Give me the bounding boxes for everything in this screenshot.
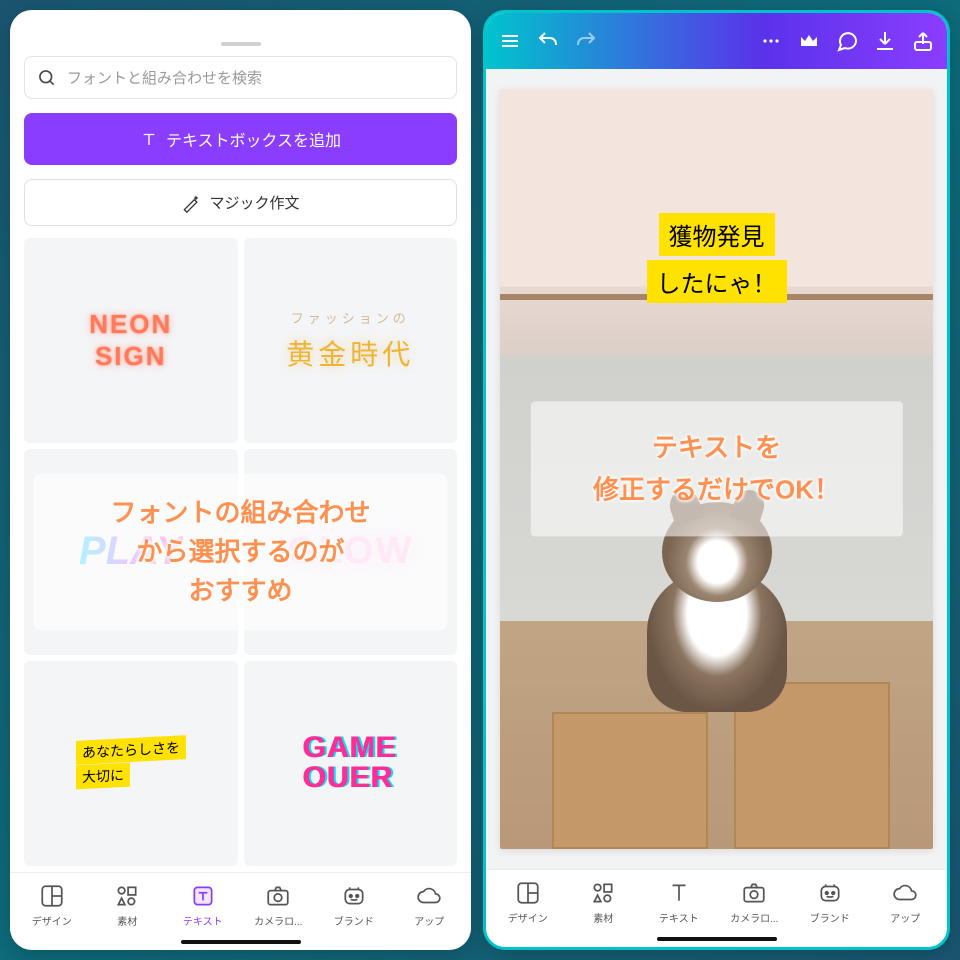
home-indicator[interactable]	[657, 937, 777, 941]
crown-icon[interactable]	[797, 29, 821, 53]
nav-brand[interactable]: ブランド	[792, 880, 868, 925]
shapes-icon	[590, 880, 616, 906]
font-tile-neon[interactable]: NEONSIGN	[24, 238, 238, 443]
screenshot-text-panel: フォントと組み合わせを検索 テキストボックスを追加 マジック作文 NEONSIG…	[10, 10, 471, 950]
nav-design[interactable]: デザイン	[490, 880, 566, 925]
nav-text[interactable]: テキスト	[641, 880, 717, 925]
gameover-text: GAMEOUER	[303, 733, 397, 793]
magic-wand-icon	[181, 193, 201, 213]
font-tile-gameover[interactable]: GAMEOUER	[244, 661, 458, 866]
golden-text: ファッションの 黄金時代	[286, 308, 414, 373]
nav-camera[interactable]: カメラロ...	[241, 883, 317, 928]
font-combo-grid: NEONSIGN ファッションの 黄金時代 PLAY GLOW あなたらしさを大…	[10, 232, 471, 872]
camera-icon	[741, 880, 767, 906]
shapes-icon	[114, 883, 140, 909]
brand-icon	[817, 880, 843, 906]
nav-camera[interactable]: カメラロ...	[717, 880, 793, 925]
instruction-overlay: フォントの組み合わせ から選択するのが おすすめ	[33, 474, 448, 631]
download-icon[interactable]	[873, 29, 897, 53]
sheet-handle[interactable]	[221, 42, 261, 46]
text-icon	[190, 883, 216, 909]
bottom-nav: デザイン 素材 テキスト カメラロ... ブランド アップ	[486, 869, 947, 929]
add-textbox-label: テキストボックスを追加	[166, 127, 341, 151]
design-canvas[interactable]: 獲物発見したにゃ！ テキストを修正するだけでOK！	[500, 89, 933, 849]
instruction-overlay: テキストを修正するだけでOK！	[530, 401, 902, 536]
more-icon[interactable]	[759, 29, 783, 53]
template-icon	[39, 883, 65, 909]
text-icon	[140, 130, 158, 148]
add-textbox-button[interactable]: テキストボックスを追加	[24, 113, 457, 165]
redo-icon[interactable]	[574, 29, 598, 53]
screenshot-editor: 獲物発見したにゃ！ テキストを修正するだけでOK！ デザイン 素材 テキスト カ…	[483, 10, 950, 950]
nav-elements[interactable]: 素材	[90, 883, 166, 928]
brand-icon	[341, 883, 367, 909]
text-icon	[666, 880, 692, 906]
nav-upload[interactable]: アップ	[868, 880, 944, 925]
search-icon	[37, 68, 57, 88]
yourself-text: あなたらしさを大切に	[76, 737, 186, 789]
font-tile-yourself[interactable]: あなたらしさを大切に	[24, 661, 238, 866]
home-indicator[interactable]	[181, 940, 301, 944]
menu-icon[interactable]	[498, 29, 522, 53]
magic-write-label: マジック作文	[209, 192, 299, 213]
neon-text: NEONSIGN	[89, 309, 172, 371]
magic-write-button[interactable]: マジック作文	[24, 179, 457, 226]
bottom-nav: デザイン 素材 テキスト カメラロ... ブランド アップ	[10, 872, 471, 932]
canvas-area[interactable]: 獲物発見したにゃ！ テキストを修正するだけでOK！	[486, 69, 947, 869]
nav-upload[interactable]: アップ	[392, 883, 468, 928]
font-tile-golden[interactable]: ファッションの 黄金時代	[244, 238, 458, 443]
nav-brand[interactable]: ブランド	[316, 883, 392, 928]
photo-caption[interactable]: 獲物発見したにゃ！	[647, 211, 787, 305]
editor-toolbar	[486, 13, 947, 69]
share-icon[interactable]	[911, 29, 935, 53]
search-placeholder: フォントと組み合わせを検索	[67, 67, 262, 88]
nav-design[interactable]: デザイン	[14, 883, 90, 928]
template-icon	[515, 880, 541, 906]
search-input[interactable]: フォントと組み合わせを検索	[24, 56, 457, 99]
cloud-icon	[416, 883, 442, 909]
comment-icon[interactable]	[835, 29, 859, 53]
status-bar	[10, 10, 471, 38]
nav-text[interactable]: テキスト	[165, 883, 241, 928]
camera-icon	[265, 883, 291, 909]
nav-elements[interactable]: 素材	[566, 880, 642, 925]
undo-icon[interactable]	[536, 29, 560, 53]
cloud-icon	[892, 880, 918, 906]
